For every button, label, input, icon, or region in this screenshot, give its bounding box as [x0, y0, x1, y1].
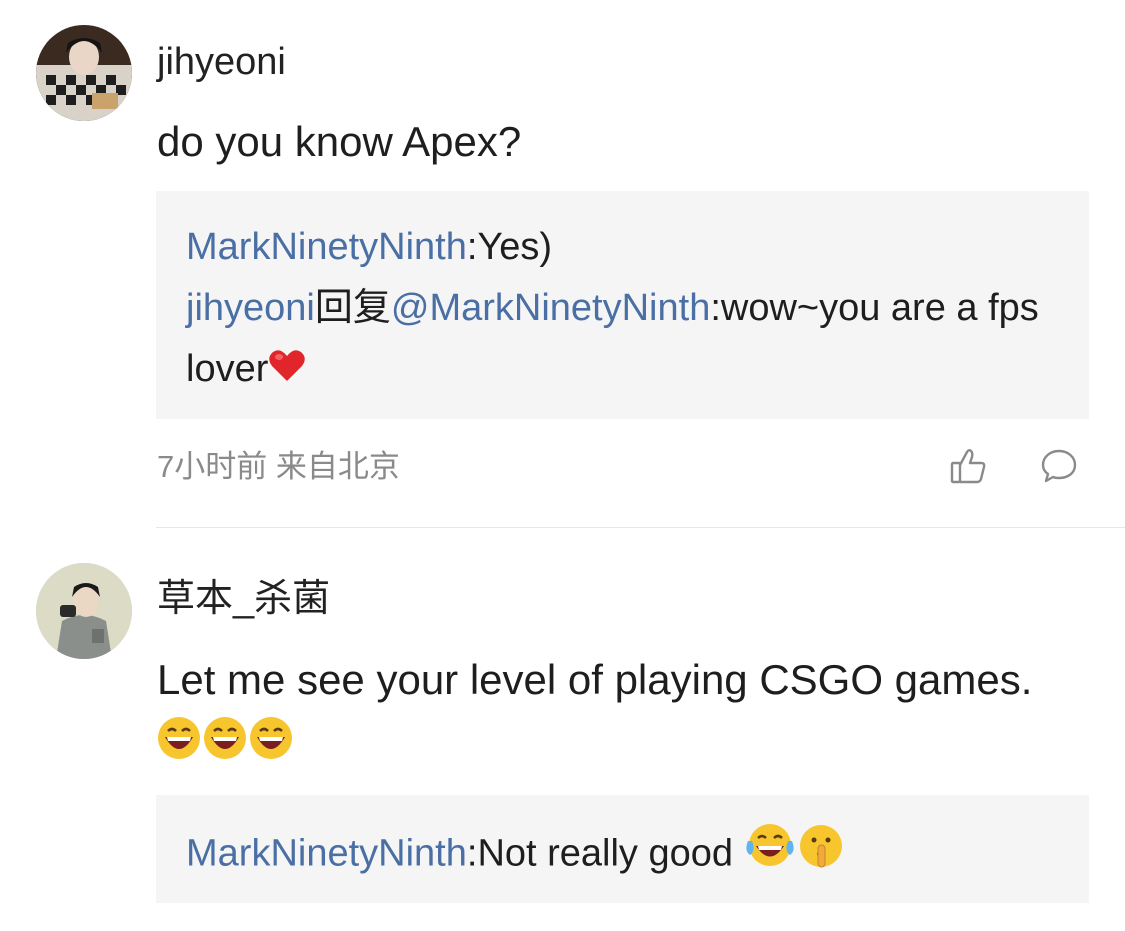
avatar-image: [36, 563, 132, 659]
username[interactable]: jihyeoni: [157, 43, 286, 81]
reply-line: MarkNinetyNinth:Yes): [186, 217, 1059, 278]
reply-word: 回复: [314, 287, 391, 329]
comment-timestamp: 7小时前 来自北京: [157, 449, 400, 484]
reply-text: Yes): [477, 226, 553, 268]
reply-line: jihyeoni回复@MarkNinetyNinth:wow~you are a…: [186, 278, 1059, 401]
username[interactable]: 草本_杀菌: [157, 580, 330, 618]
mention-link[interactable]: @MarkNinetyNinth: [391, 287, 710, 329]
reply-author-link[interactable]: jihyeoni: [186, 287, 315, 329]
reply-author-link[interactable]: MarkNinetyNinth: [186, 226, 467, 268]
comment-text-content: Let me see your level of playing CSGO ga…: [157, 656, 1033, 703]
reply-text: Not really good: [477, 832, 744, 875]
red-heart-emoji-icon: [268, 340, 306, 401]
reply-box[interactable]: MarkNinetyNinth:Not really good: [156, 795, 1089, 903]
shushing-face-emoji-icon: [796, 821, 846, 890]
comment-divider: [156, 527, 1125, 528]
avatar-image: [36, 25, 132, 121]
thumbs-up-icon[interactable]: [948, 446, 988, 486]
reply-separator: :: [466, 832, 478, 875]
reply-author-link[interactable]: MarkNinetyNinth: [186, 833, 467, 875]
grinning-emoji-icon: [157, 715, 295, 779]
tears-of-joy-emoji-icon: [744, 821, 796, 890]
reply-box[interactable]: MarkNinetyNinth:Yes) jihyeoni回复@MarkNine…: [156, 191, 1089, 419]
reply-line: MarkNinetyNinth:Not really good: [186, 821, 1059, 890]
reply-separator: :: [710, 287, 721, 329]
comment-text: Let me see your level of playing CSGO ga…: [157, 648, 1057, 779]
user-avatar[interactable]: [36, 563, 132, 659]
reply-separator: :: [466, 226, 478, 268]
comment-bubble-icon[interactable]: [1039, 446, 1079, 486]
user-avatar[interactable]: [36, 25, 132, 121]
comment-text: do you know Apex?: [157, 118, 522, 165]
